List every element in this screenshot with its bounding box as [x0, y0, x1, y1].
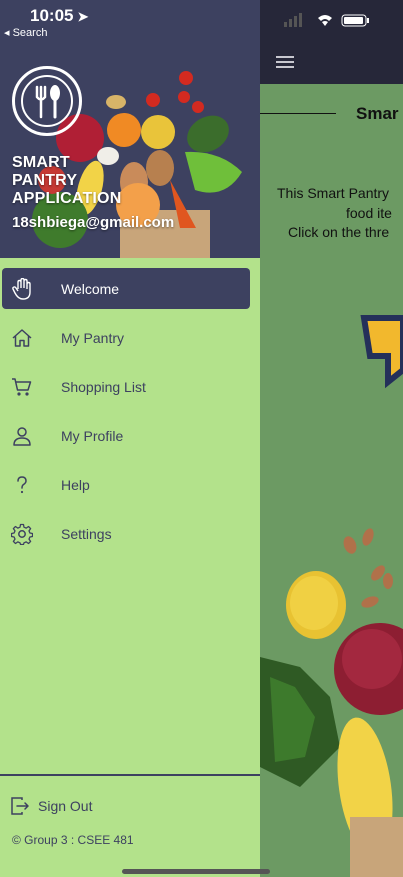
drawer-header: 10:05 ➤ ◂ Search SMART PANTRY APPLICATIO… — [0, 0, 260, 258]
menu-item-welcome[interactable]: Welcome — [2, 268, 250, 309]
hand-icon — [11, 277, 33, 300]
menu-item-label: Welcome — [61, 280, 120, 297]
title-rule — [260, 113, 336, 114]
gear-icon — [11, 523, 33, 545]
intro-text-line-3: Click on the thre — [288, 224, 390, 240]
user-email: 18shbiega@gmail.com — [12, 214, 175, 231]
app-title-line-2: PANTRY — [12, 172, 78, 189]
page-title: Smar — [356, 104, 399, 123]
logo-partial-graphic — [360, 315, 403, 389]
copyright-footer: © Group 3 : CSEE 481 — [12, 833, 134, 847]
pantry-logo-icon — [12, 66, 82, 136]
produce-background-image — [260, 528, 403, 877]
menu-item-shopping-list[interactable]: Shopping List — [2, 366, 250, 407]
app-title: SMART PANTRY APPLICATION — [12, 154, 121, 208]
menu-item-label: Help — [61, 476, 90, 493]
main-top-bar — [260, 0, 403, 84]
main-content: Smar This Smart Pantry food ite Click on… — [260, 0, 403, 877]
sign-out-label: Sign Out — [38, 798, 93, 814]
app-title-line-1: SMART — [12, 154, 70, 171]
menu-item-label: My Profile — [61, 427, 124, 444]
intro-text-line-1: This Smart Pantry — [277, 185, 390, 201]
location-arrow-icon: ➤ — [77, 9, 89, 24]
drawer-menu: Welcome My Pantry Shopping List My Profi… — [0, 268, 260, 562]
hamburger-menu-icon[interactable] — [276, 56, 294, 68]
navigation-drawer: 10:05 ➤ ◂ Search SMART PANTRY APPLICATIO… — [0, 0, 260, 877]
sign-out-icon — [10, 796, 30, 816]
footer-divider — [0, 774, 260, 776]
home-indicator[interactable] — [122, 869, 270, 874]
menu-item-label: My Pantry — [61, 329, 125, 346]
status-icons — [284, 13, 369, 27]
menu-item-my-profile[interactable]: My Profile — [2, 415, 250, 456]
menu-item-label: Settings — [61, 525, 112, 542]
person-icon — [11, 425, 33, 447]
menu-item-help[interactable]: Help — [2, 464, 250, 505]
menu-item-my-pantry[interactable]: My Pantry — [2, 317, 250, 358]
app-title-line-3: APPLICATION — [12, 190, 122, 207]
time-text: 10:05 — [30, 6, 74, 25]
question-icon — [11, 474, 33, 496]
intro-text-line-2: food ite — [346, 205, 392, 221]
back-to-search-link[interactable]: ◂ Search — [4, 26, 47, 39]
sign-out-button[interactable]: Sign Out — [10, 796, 92, 816]
cart-icon — [11, 376, 33, 398]
menu-item-settings[interactable]: Settings — [2, 513, 250, 554]
home-icon — [11, 327, 33, 349]
status-time: 10:05 ➤ — [30, 6, 88, 26]
menu-item-label: Shopping List — [61, 378, 146, 395]
